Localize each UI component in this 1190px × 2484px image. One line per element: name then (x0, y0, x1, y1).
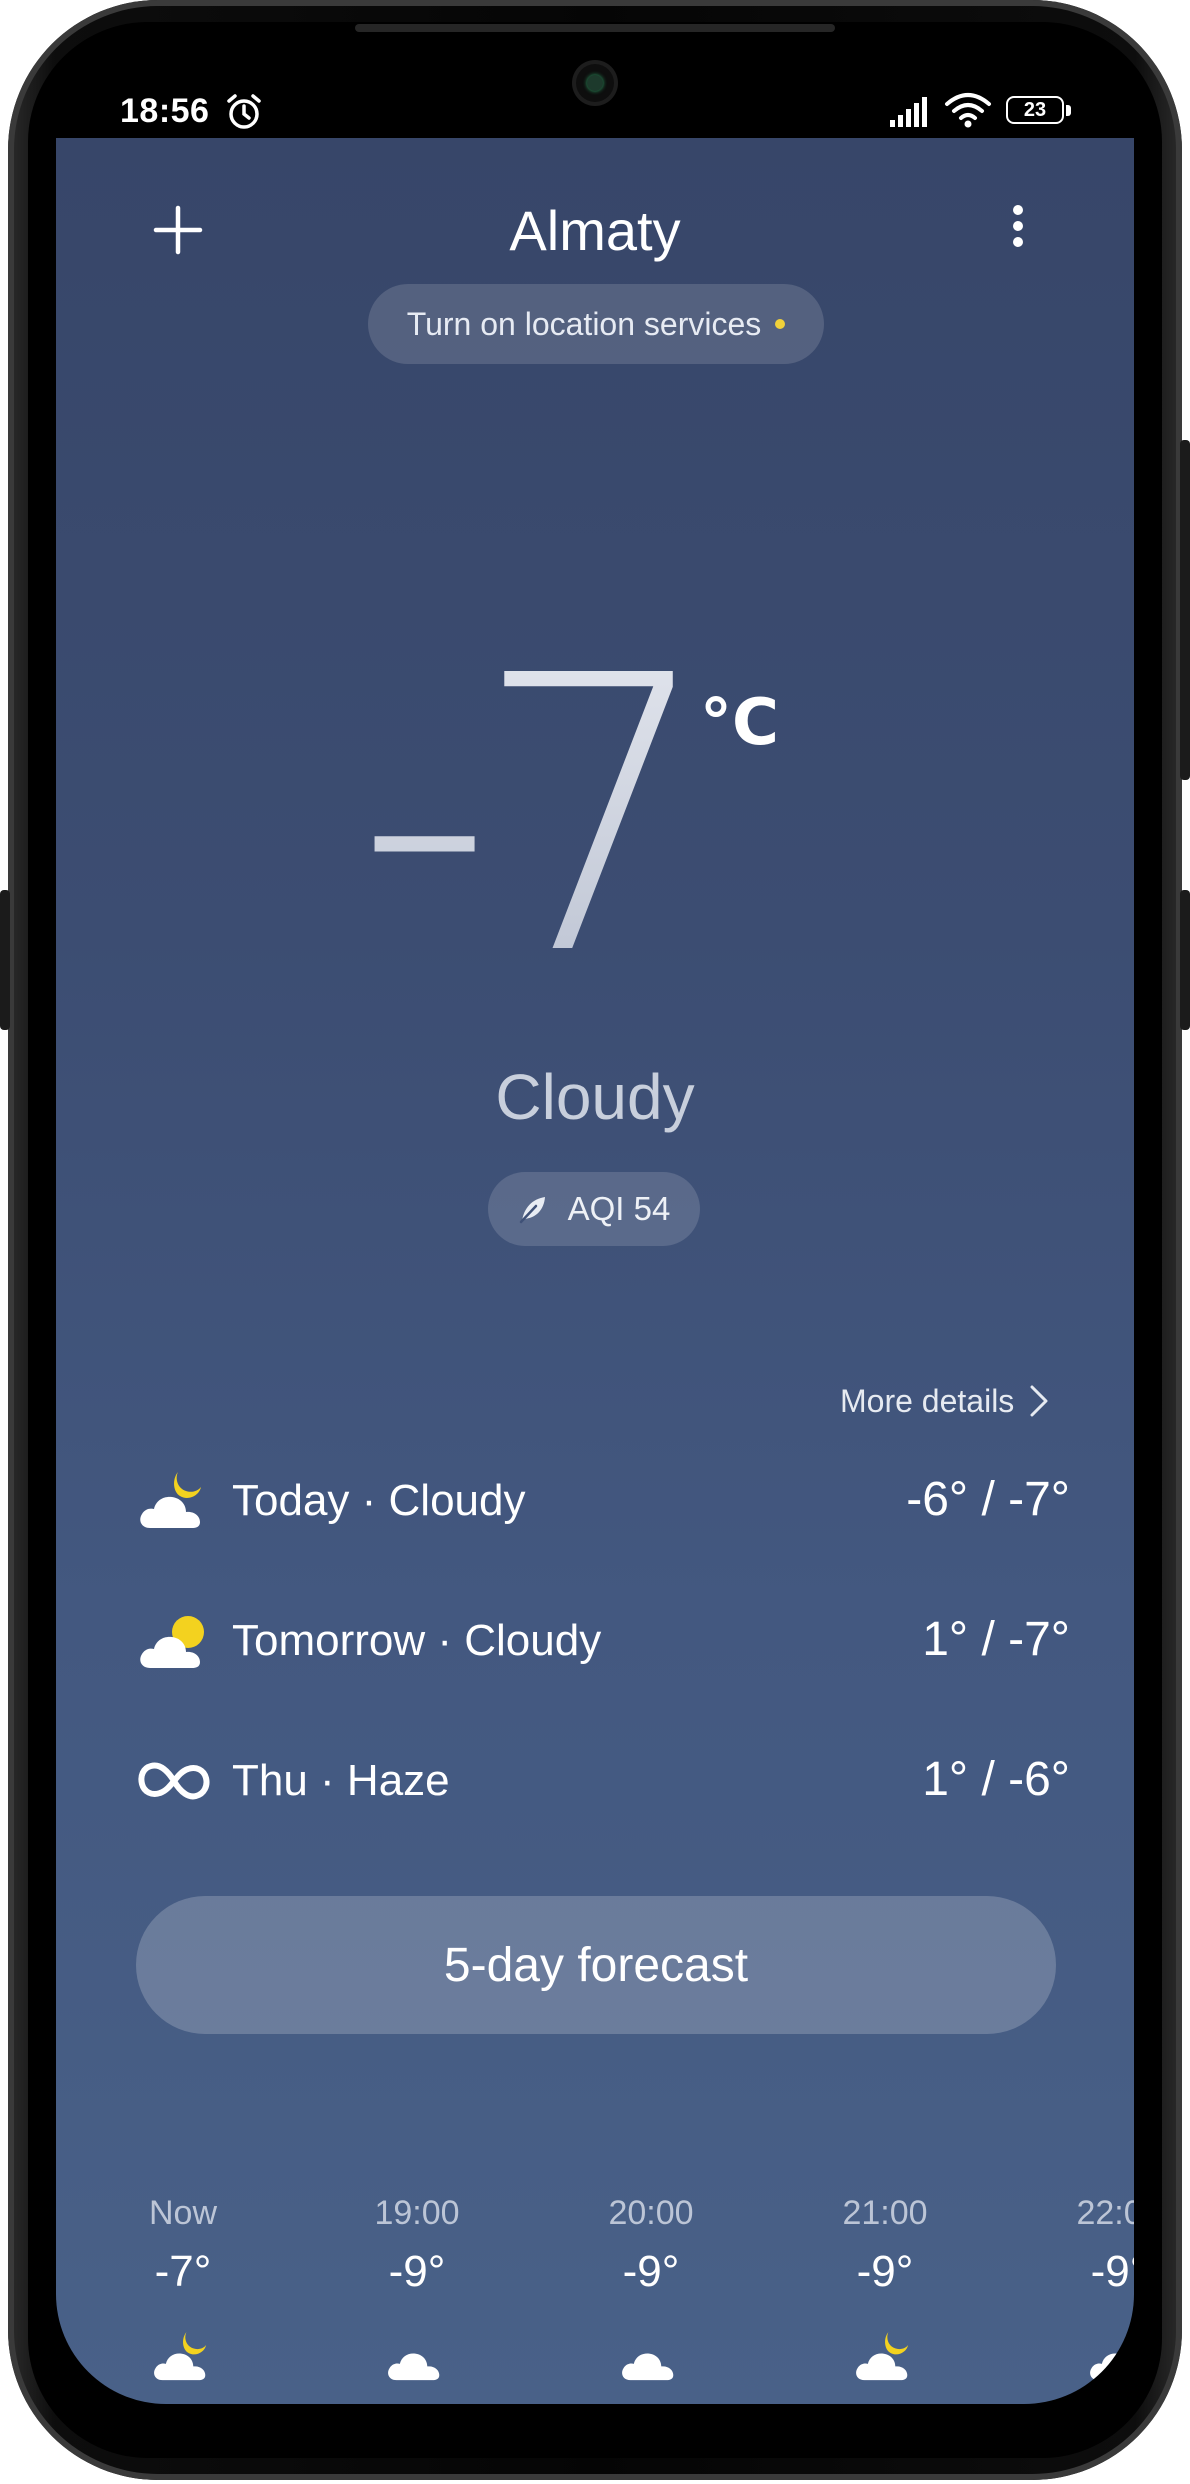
hourly-temp: -9° (856, 2247, 914, 2296)
hourly-item[interactable]: 20:00 -9° (566, 2194, 736, 2387)
hourly-item[interactable]: Now -7° (98, 2194, 268, 2387)
partly-cloudy-night-icon (140, 1472, 201, 1528)
partly-cloudy-day-icon (140, 1616, 204, 1668)
cloud-icon (388, 2353, 440, 2381)
current-temperature-value: -7 (356, 658, 695, 988)
hourly-time: 19:00 (374, 2194, 460, 2232)
more-options-icon[interactable] (1002, 200, 1034, 264)
status-time: 18:56 (120, 92, 210, 130)
volume-button (0, 890, 10, 1030)
hourly-temp: -9° (388, 2247, 446, 2296)
location-services-label: Turn on location services (406, 305, 762, 342)
more-details-label: More details (840, 1382, 1015, 1419)
temperature-unit: °C (700, 686, 779, 760)
daily-range: 1° / -6° (922, 1753, 1070, 1806)
hourly-time: 21:00 (842, 2194, 928, 2232)
cloud-icon (1090, 2353, 1134, 2381)
more-details-link[interactable]: More details (840, 1376, 1070, 1426)
wifi-icon (945, 93, 991, 128)
status-bar: 18:56 23 (0, 0, 1190, 140)
signal-icon (890, 97, 927, 127)
daily-label: Tomorrow · Cloudy (232, 1616, 602, 1665)
battery-level: 23 (1006, 96, 1064, 124)
hourly-time: 22:00 (1076, 2194, 1134, 2232)
daily-forecast-row[interactable]: Thu · Haze 1° / -6° (136, 1738, 1070, 1828)
alarm-icon (227, 94, 261, 129)
daily-label: Today · Cloudy (232, 1476, 526, 1525)
hourly-temp: -9° (622, 2247, 680, 2296)
haze-icon (138, 1762, 210, 1800)
hourly-item[interactable]: 21:00 -9° (800, 2194, 970, 2387)
hourly-temp: -9° (1090, 2247, 1134, 2296)
aqi-value: AQI 54 (567, 1190, 671, 1227)
power-button-lower (1180, 890, 1190, 1030)
five-day-forecast-button[interactable]: 5-day forecast (136, 1896, 1056, 2034)
partly-cloudy-night-icon (856, 2332, 909, 2381)
daily-range: 1° / -7° (922, 1613, 1070, 1666)
chevron-right-icon (1030, 1385, 1048, 1417)
daily-forecast-row[interactable]: Today · Cloudy -6° / -7° (136, 1458, 1070, 1548)
hourly-item[interactable]: 19:00 -9° (332, 2194, 502, 2387)
leaf-icon (519, 1197, 545, 1224)
daily-label: Thu · Haze (232, 1756, 450, 1805)
cloud-icon (622, 2353, 674, 2381)
aqi-badge[interactable]: AQI 54 (488, 1172, 700, 1246)
daily-forecast-row[interactable]: Tomorrow · Cloudy 1° / -7° (136, 1598, 1070, 1688)
hourly-item[interactable]: 22:00 -9° (1034, 2194, 1134, 2387)
hourly-time: 20:00 (608, 2194, 694, 2232)
city-title: Almaty (509, 199, 681, 262)
battery-tip (1066, 105, 1071, 116)
power-button (1180, 440, 1190, 780)
front-camera (576, 64, 614, 102)
battery-indicator: 23 (1006, 96, 1076, 128)
partly-cloudy-night-icon (154, 2332, 207, 2381)
location-services-button[interactable]: Turn on location services (368, 284, 824, 364)
current-condition: Cloudy (495, 1061, 695, 1133)
hourly-temp: -7° (154, 2247, 212, 2296)
daily-range: -6° / -7° (906, 1473, 1070, 1526)
hourly-time: Now (148, 2194, 218, 2232)
notification-dot (775, 319, 786, 329)
weather-screen: Almaty Turn on location services -7 °C C… (56, 138, 1134, 2404)
